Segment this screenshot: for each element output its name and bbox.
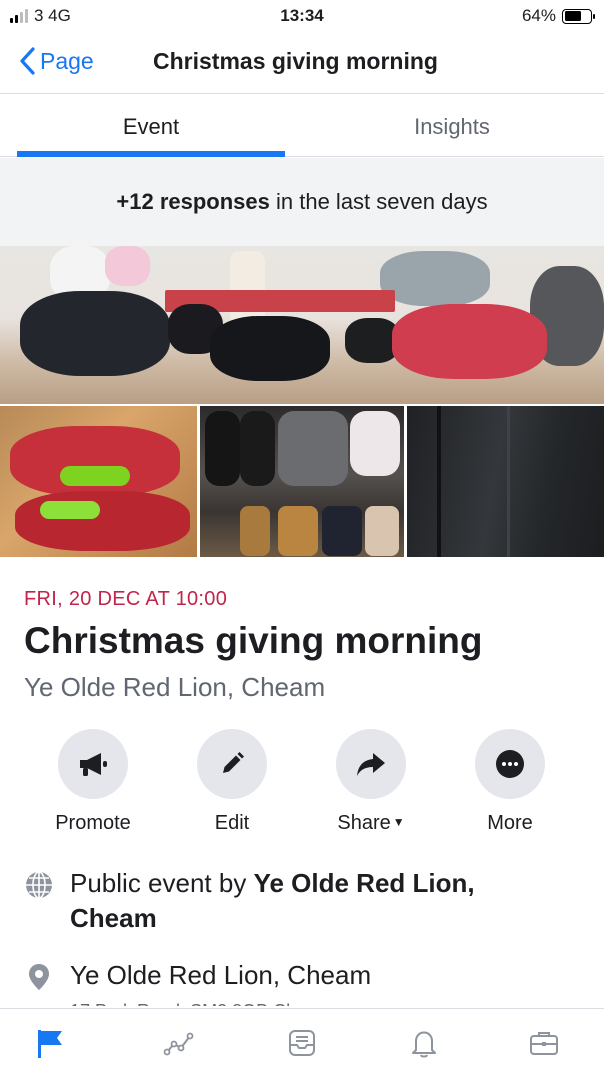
nav-title: Christmas giving morning — [153, 48, 438, 74]
tab-active-indicator — [17, 151, 285, 157]
caret-down-icon: ▼ — [392, 815, 405, 829]
briefcase-icon — [530, 1032, 558, 1055]
status-right: 64% — [521, 6, 595, 26]
share-label-wrap: Share ▼ — [311, 812, 431, 835]
bell-icon — [412, 1031, 436, 1058]
event-photo-coat[interactable] — [407, 406, 604, 557]
status-bar: 3 4G 13:34 64% — [0, 0, 604, 36]
back-button[interactable]: Page — [18, 46, 94, 76]
insights-icon — [163, 1032, 194, 1056]
battery-icon — [562, 8, 595, 24]
nav-bar: Page Christmas giving morning — [0, 36, 604, 94]
tabbar-inbox[interactable] — [282, 1023, 322, 1063]
promote-label: Promote — [55, 812, 131, 834]
status-time: 13:34 — [280, 6, 324, 25]
public-prefix: Public event by — [70, 868, 254, 898]
tab-insights[interactable]: Insights — [318, 95, 586, 157]
more-button[interactable]: More — [450, 729, 570, 835]
flag-icon — [38, 1030, 62, 1058]
place-address: 17 Park Road, SM3 8QB Cheam — [70, 998, 331, 1006]
edit-circle — [197, 729, 267, 799]
back-label: Page — [40, 47, 94, 74]
tab-event[interactable]: Event — [17, 95, 285, 157]
share-button[interactable]: Share ▼ — [311, 729, 431, 835]
megaphone-icon — [80, 753, 107, 776]
edit-label: Edit — [214, 812, 250, 834]
place-name: Ye Olde Red Lion, Cheam — [70, 960, 372, 990]
tabbar-page[interactable] — [30, 1023, 70, 1063]
edit-button[interactable]: Edit — [172, 729, 292, 835]
more-dots-icon — [496, 750, 524, 778]
event-date: FRI, 20 DEC AT 10:00 — [24, 588, 228, 610]
detail-public-event: Public event by Ye Olde Red Lion, Cheam — [24, 866, 550, 936]
event-photo-donations[interactable] — [0, 246, 604, 404]
promote-circle — [58, 729, 128, 799]
event-title: Christmas giving morning — [24, 620, 483, 661]
tabbar-tools[interactable] — [524, 1023, 564, 1063]
inbox-icon — [289, 1030, 315, 1056]
more-label: More — [487, 812, 533, 834]
event-location[interactable]: Ye Olde Red Lion, Cheam — [24, 672, 325, 703]
tabbar-insights[interactable] — [160, 1023, 200, 1063]
location-pin-icon — [29, 964, 49, 990]
chevron-left-icon — [20, 47, 35, 75]
public-event-text: Public event by Ye Olde Red Lion, Cheam — [70, 866, 550, 936]
more-circle — [475, 729, 545, 799]
responses-banner[interactable]: +12 responses in the last seven days — [0, 158, 604, 246]
tabbar-notifications[interactable] — [404, 1023, 444, 1063]
pencil-icon — [223, 752, 244, 773]
battery-percent: 64% — [521, 6, 556, 25]
share-label: Share — [337, 812, 391, 834]
bottom-tab-bar — [0, 1008, 604, 1073]
event-photo-shoe-rack[interactable] — [200, 406, 404, 557]
share-circle — [336, 729, 406, 799]
responses-text: in the last seven days — [269, 189, 488, 214]
event-photo-trainers[interactable] — [0, 406, 197, 557]
tab-bar: Event Insights — [0, 95, 604, 157]
responses-count: +12 responses — [116, 189, 270, 214]
promote-button[interactable]: Promote — [33, 729, 153, 835]
detail-place[interactable]: Ye Olde Red Lion, Cheam — [24, 958, 371, 993]
share-arrow-icon — [357, 753, 385, 776]
globe-icon — [26, 871, 52, 899]
